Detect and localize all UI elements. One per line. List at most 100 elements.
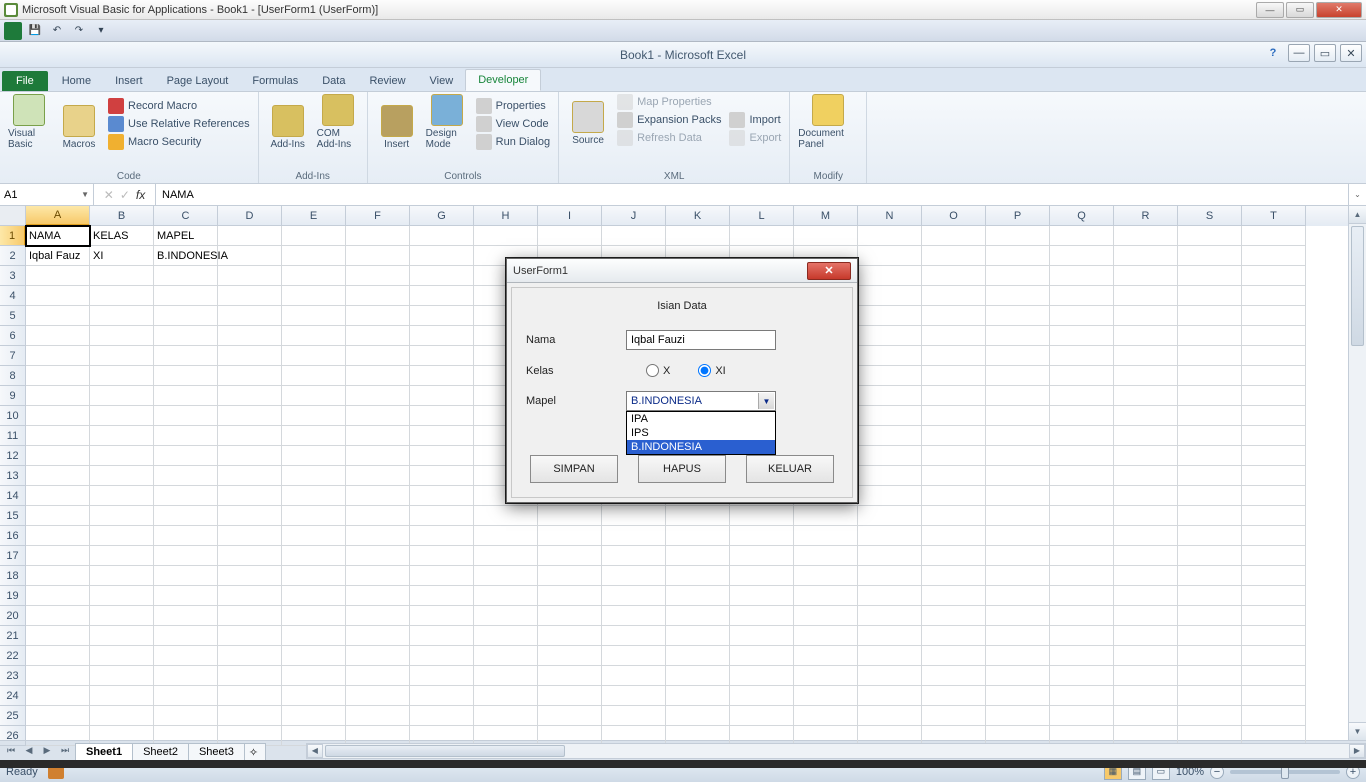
design-mode-button[interactable]: Design Mode xyxy=(426,94,468,150)
cell-B15[interactable] xyxy=(90,506,154,526)
cell-Q9[interactable] xyxy=(1050,386,1114,406)
sheet-tab-sheet1[interactable]: Sheet1 xyxy=(75,743,133,760)
cell-R16[interactable] xyxy=(1114,526,1178,546)
cell-I22[interactable] xyxy=(538,646,602,666)
cell-B12[interactable] xyxy=(90,446,154,466)
cell-C16[interactable] xyxy=(154,526,218,546)
cell-B10[interactable] xyxy=(90,406,154,426)
cell-F2[interactable] xyxy=(346,246,410,266)
column-header-J[interactable]: J xyxy=(602,206,666,226)
cell-J17[interactable] xyxy=(602,546,666,566)
cell-I15[interactable] xyxy=(538,506,602,526)
column-header-D[interactable]: D xyxy=(218,206,282,226)
cell-E25[interactable] xyxy=(282,706,346,726)
cell-G9[interactable] xyxy=(410,386,474,406)
cell-N22[interactable] xyxy=(858,646,922,666)
cell-E20[interactable] xyxy=(282,606,346,626)
cell-E11[interactable] xyxy=(282,426,346,446)
cell-D10[interactable] xyxy=(218,406,282,426)
hapus-button[interactable]: HAPUS xyxy=(638,455,726,483)
cell-R2[interactable] xyxy=(1114,246,1178,266)
column-header-O[interactable]: O xyxy=(922,206,986,226)
cell-A22[interactable] xyxy=(26,646,90,666)
cell-J16[interactable] xyxy=(602,526,666,546)
tab-page-layout[interactable]: Page Layout xyxy=(155,71,241,91)
cell-C20[interactable] xyxy=(154,606,218,626)
hscroll-right-icon[interactable]: ▶ xyxy=(1349,744,1365,758)
column-header-G[interactable]: G xyxy=(410,206,474,226)
cell-P18[interactable] xyxy=(986,566,1050,586)
cell-F13[interactable] xyxy=(346,466,410,486)
cell-B23[interactable] xyxy=(90,666,154,686)
mapel-option-ips[interactable]: IPS xyxy=(627,426,775,440)
cell-Q5[interactable] xyxy=(1050,306,1114,326)
cell-Q10[interactable] xyxy=(1050,406,1114,426)
cell-G15[interactable] xyxy=(410,506,474,526)
cell-R23[interactable] xyxy=(1114,666,1178,686)
mapel-option-ipa[interactable]: IPA xyxy=(627,412,775,426)
chevron-down-icon[interactable]: ▼ xyxy=(758,393,774,409)
cell-E16[interactable] xyxy=(282,526,346,546)
column-header-B[interactable]: B xyxy=(90,206,154,226)
cell-E9[interactable] xyxy=(282,386,346,406)
cell-J20[interactable] xyxy=(602,606,666,626)
cell-G2[interactable] xyxy=(410,246,474,266)
cell-H19[interactable] xyxy=(474,586,538,606)
cell-B5[interactable] xyxy=(90,306,154,326)
row-header-10[interactable]: 10 xyxy=(0,406,26,426)
cell-P6[interactable] xyxy=(986,326,1050,346)
cell-K17[interactable] xyxy=(666,546,730,566)
row-header-22[interactable]: 22 xyxy=(0,646,26,666)
cell-T14[interactable] xyxy=(1242,486,1306,506)
row-header-2[interactable]: 2 xyxy=(0,246,26,266)
cell-P21[interactable] xyxy=(986,626,1050,646)
column-header-C[interactable]: C xyxy=(154,206,218,226)
row-header-15[interactable]: 15 xyxy=(0,506,26,526)
cell-B11[interactable] xyxy=(90,426,154,446)
row-header-26[interactable]: 26 xyxy=(0,726,26,746)
row-header-4[interactable]: 4 xyxy=(0,286,26,306)
vba-minimize-button[interactable]: — xyxy=(1256,2,1284,18)
cell-R4[interactable] xyxy=(1114,286,1178,306)
excel-close-button[interactable]: ✕ xyxy=(1340,44,1362,62)
cell-A14[interactable] xyxy=(26,486,90,506)
cell-A10[interactable] xyxy=(26,406,90,426)
cell-J22[interactable] xyxy=(602,646,666,666)
cell-A9[interactable] xyxy=(26,386,90,406)
cell-A18[interactable] xyxy=(26,566,90,586)
cell-Q6[interactable] xyxy=(1050,326,1114,346)
cell-T23[interactable] xyxy=(1242,666,1306,686)
cell-F19[interactable] xyxy=(346,586,410,606)
cell-T24[interactable] xyxy=(1242,686,1306,706)
row-header-14[interactable]: 14 xyxy=(0,486,26,506)
cell-Q13[interactable] xyxy=(1050,466,1114,486)
cell-I25[interactable] xyxy=(538,706,602,726)
cell-O11[interactable] xyxy=(922,426,986,446)
cell-T12[interactable] xyxy=(1242,446,1306,466)
cell-R1[interactable] xyxy=(1114,226,1178,246)
tab-file[interactable]: File xyxy=(2,71,48,91)
cell-M19[interactable] xyxy=(794,586,858,606)
import-button[interactable]: Import xyxy=(729,112,781,128)
tab-data[interactable]: Data xyxy=(310,71,357,91)
cell-E1[interactable] xyxy=(282,226,346,246)
cell-G22[interactable] xyxy=(410,646,474,666)
cell-G23[interactable] xyxy=(410,666,474,686)
cell-C4[interactable] xyxy=(154,286,218,306)
cell-Q12[interactable] xyxy=(1050,446,1114,466)
cell-P22[interactable] xyxy=(986,646,1050,666)
cell-T10[interactable] xyxy=(1242,406,1306,426)
cell-D24[interactable] xyxy=(218,686,282,706)
cell-S9[interactable] xyxy=(1178,386,1242,406)
cell-N13[interactable] xyxy=(858,466,922,486)
cell-D7[interactable] xyxy=(218,346,282,366)
cell-D4[interactable] xyxy=(218,286,282,306)
cell-B18[interactable] xyxy=(90,566,154,586)
cell-N2[interactable] xyxy=(858,246,922,266)
cell-I20[interactable] xyxy=(538,606,602,626)
cell-H21[interactable] xyxy=(474,626,538,646)
cell-C12[interactable] xyxy=(154,446,218,466)
cell-O13[interactable] xyxy=(922,466,986,486)
cell-A7[interactable] xyxy=(26,346,90,366)
cell-S24[interactable] xyxy=(1178,686,1242,706)
